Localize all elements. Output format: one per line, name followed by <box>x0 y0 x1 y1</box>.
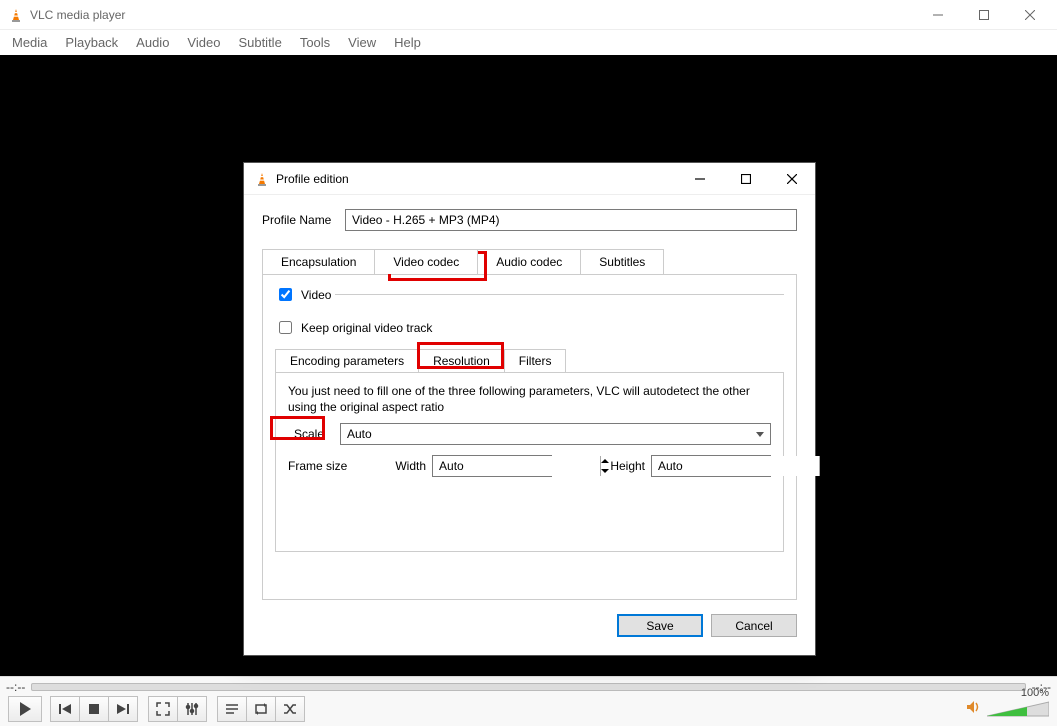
dialog-title: Profile edition <box>276 172 349 186</box>
tab-video-codec[interactable]: Video codec <box>374 249 478 274</box>
tab-encapsulation[interactable]: Encapsulation <box>262 249 375 274</box>
subtab-resolution[interactable]: Resolution <box>418 349 505 372</box>
frame-size-label: Frame size <box>288 459 395 473</box>
stop-button[interactable] <box>80 696 109 722</box>
playlist-icon <box>224 701 240 717</box>
stop-icon <box>86 701 102 717</box>
save-button[interactable]: Save <box>617 614 703 637</box>
close-button[interactable] <box>1007 0 1053 30</box>
menu-tools[interactable]: Tools <box>300 35 330 50</box>
subtab-encoding-parameters[interactable]: Encoding parameters <box>275 349 419 372</box>
window-title: VLC media player <box>30 8 125 22</box>
menu-audio[interactable]: Audio <box>136 35 169 50</box>
menu-bar: Media Playback Audio Video Subtitle Tool… <box>0 30 1057 55</box>
profile-name-label: Profile Name <box>262 213 337 227</box>
width-up-button[interactable] <box>601 456 609 466</box>
dialog-minimize-button[interactable] <box>677 163 723 195</box>
height-label: Height <box>610 459 651 473</box>
volume-slider[interactable] <box>987 701 1049 717</box>
fullscreen-icon <box>155 701 171 717</box>
volume-label: 100% <box>1021 687 1049 699</box>
width-spinbox[interactable] <box>432 455 552 477</box>
menu-media[interactable]: Media <box>12 35 47 50</box>
height-up-button[interactable] <box>820 456 828 466</box>
tab-subtitles[interactable]: Subtitles <box>580 249 664 274</box>
extended-settings-button[interactable] <box>178 696 207 722</box>
video-fieldset: Video <box>275 285 784 308</box>
scale-label: Scale <box>288 424 328 444</box>
next-icon <box>115 701 131 717</box>
play-button[interactable] <box>8 696 42 722</box>
maximize-button[interactable] <box>961 0 1007 30</box>
width-label: Width <box>395 459 432 473</box>
dialog-maximize-button[interactable] <box>723 163 769 195</box>
window-controls <box>915 0 1053 30</box>
subtab-filters[interactable]: Filters <box>504 349 567 372</box>
loop-icon <box>253 701 269 717</box>
menu-video[interactable]: Video <box>187 35 220 50</box>
codec-tabstrip: Encapsulation Video codec Audio codec Su… <box>262 249 797 275</box>
scale-dropdown[interactable]: Auto <box>340 423 771 445</box>
height-spinbox[interactable] <box>651 455 771 477</box>
menu-help[interactable]: Help <box>394 35 421 50</box>
video-subtabstrip: Encoding parameters Resolution Filters <box>275 349 784 372</box>
tab-audio-codec[interactable]: Audio codec <box>477 249 581 274</box>
loop-button[interactable] <box>247 696 276 722</box>
vlc-cone-icon <box>254 171 270 187</box>
menu-subtitle[interactable]: Subtitle <box>238 35 281 50</box>
previous-icon <box>57 701 73 717</box>
shuffle-icon <box>282 701 298 717</box>
scale-value: Auto <box>347 427 372 441</box>
width-input[interactable] <box>433 456 600 476</box>
width-down-button[interactable] <box>601 466 609 476</box>
menu-playback[interactable]: Playback <box>65 35 118 50</box>
menu-view[interactable]: View <box>348 35 376 50</box>
video-area: Profile edition Profile Name Encapsulati… <box>0 55 1057 676</box>
cancel-button[interactable]: Cancel <box>711 614 797 637</box>
previous-button[interactable] <box>50 696 80 722</box>
dialog-titlebar: Profile edition <box>244 163 815 195</box>
keep-original-label: Keep original video track <box>301 321 432 335</box>
seek-bar[interactable] <box>31 683 1025 691</box>
height-down-button[interactable] <box>820 466 828 476</box>
video-checkbox-label: Video <box>301 288 331 302</box>
main-titlebar: VLC media player <box>0 0 1057 30</box>
equalizer-icon <box>184 701 200 717</box>
video-checkbox[interactable] <box>279 288 292 301</box>
chevron-down-icon <box>756 432 764 437</box>
keep-original-checkbox[interactable] <box>279 321 292 334</box>
playlist-button[interactable] <box>217 696 247 722</box>
minimize-button[interactable] <box>915 0 961 30</box>
shuffle-button[interactable] <box>276 696 305 722</box>
next-button[interactable] <box>109 696 138 722</box>
playback-controls: --:-- --:-- 100% <box>0 676 1057 726</box>
profile-name-input[interactable] <box>345 209 797 231</box>
play-icon <box>20 702 31 716</box>
dialog-close-button[interactable] <box>769 163 815 195</box>
profile-edition-dialog: Profile edition Profile Name Encapsulati… <box>243 162 816 656</box>
vlc-cone-icon <box>8 7 24 23</box>
time-elapsed: --:-- <box>6 680 25 694</box>
resolution-info-text: You just need to fill one of the three f… <box>288 383 771 415</box>
fullscreen-button[interactable] <box>148 696 178 722</box>
speaker-icon[interactable] <box>965 699 981 718</box>
height-input[interactable] <box>652 456 819 476</box>
